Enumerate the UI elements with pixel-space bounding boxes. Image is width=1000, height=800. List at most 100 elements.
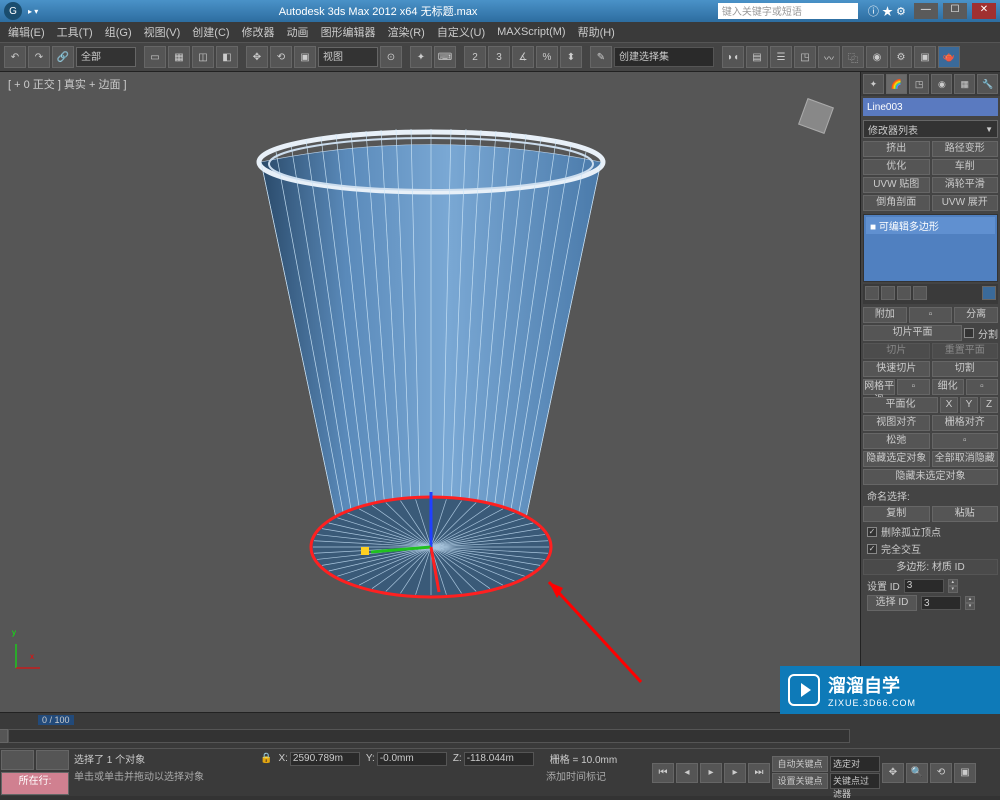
btn-attach[interactable]: 附加 — [863, 307, 907, 323]
script-mini-2[interactable] — [36, 750, 69, 770]
btn-attach-settings[interactable]: ▫ — [909, 307, 953, 323]
cb-fullinteract[interactable]: ✓ — [867, 544, 877, 554]
cb-deliso[interactable]: ✓ — [867, 527, 877, 537]
key-target-dropdown[interactable]: 选定对 — [830, 756, 880, 772]
remove-mod-icon[interactable] — [913, 286, 927, 300]
snap-3d-icon[interactable]: 3 — [488, 46, 510, 68]
btn-relax[interactable]: 松弛 — [863, 433, 930, 449]
curve-editor-icon[interactable]: 〰 — [818, 46, 840, 68]
tab-modify-icon[interactable]: 🌈 — [886, 74, 907, 94]
menu-create[interactable]: 创建(C) — [192, 24, 229, 40]
undo-icon[interactable]: ↶ — [4, 46, 26, 68]
btn-lathe[interactable]: 车削 — [932, 159, 999, 175]
spin-down-icon[interactable]: ▾ — [948, 586, 958, 593]
menu-group[interactable]: 组(G) — [105, 24, 132, 40]
btn-tessellate[interactable]: 细化 — [932, 379, 964, 395]
cb-split[interactable] — [964, 328, 974, 338]
modifier-list-dropdown[interactable]: 修改器列表 — [863, 120, 998, 138]
input-selectid[interactable] — [921, 596, 961, 610]
app-icon[interactable]: G — [4, 2, 22, 20]
btn-planar-x[interactable]: X — [940, 397, 958, 413]
coord-x-input[interactable] — [290, 752, 360, 766]
menu-maxscript[interactable]: MAXScript(M) — [497, 26, 565, 38]
named-selection-dropdown[interactable]: 创建选择集 — [614, 47, 714, 67]
btn-copy[interactable]: 复制 — [863, 506, 930, 522]
show-end-icon[interactable] — [881, 286, 895, 300]
btn-pathdeform[interactable]: 路径变形 — [932, 141, 999, 157]
rollout-poly-matid[interactable]: 多边形: 材质 ID — [863, 559, 998, 575]
select-region-icon[interactable]: ◫ — [192, 46, 214, 68]
help-search-input[interactable]: 键入关键字或短语 — [718, 3, 858, 19]
add-time-tag[interactable]: 添加时间标记 — [546, 768, 606, 783]
btn-quickslice[interactable]: 快速切片 — [863, 361, 930, 377]
info-icon[interactable]: ⓘ ★ ⚙ — [868, 3, 906, 19]
configure-icon[interactable] — [982, 286, 996, 300]
snap-2d-icon[interactable]: 2 — [464, 46, 486, 68]
move-icon[interactable]: ✥ — [246, 46, 268, 68]
btn-bevelprofile[interactable]: 倒角剖面 — [863, 195, 930, 211]
menu-animation[interactable]: 动画 — [287, 24, 309, 40]
pin-stack-icon[interactable] — [865, 286, 879, 300]
object-name-field[interactable]: Line003 — [863, 98, 998, 116]
btn-sliceplane[interactable]: 切片平面 — [863, 325, 962, 341]
btn-cut[interactable]: 切割 — [932, 361, 999, 377]
menu-tools[interactable]: 工具(T) — [57, 24, 93, 40]
btn-optimize[interactable]: 优化 — [863, 159, 930, 175]
coord-y-input[interactable] — [377, 752, 447, 766]
btn-hidesel[interactable]: 隐藏选定对象 — [863, 451, 930, 467]
btn-detach[interactable]: 分离 — [954, 307, 998, 323]
close-button[interactable]: ✕ — [972, 3, 996, 19]
menu-views[interactable]: 视图(V) — [144, 24, 181, 40]
btn-uvwmap[interactable]: UVW 贴图 — [863, 177, 930, 193]
menu-help[interactable]: 帮助(H) — [578, 24, 615, 40]
schematic-icon[interactable]: ⿻ — [842, 46, 864, 68]
align-icon[interactable]: ▤ — [746, 46, 768, 68]
link-icon[interactable]: 🔗 — [52, 46, 74, 68]
snap-angle-icon[interactable]: ∡ — [512, 46, 534, 68]
window-crossing-icon[interactable]: ◧ — [216, 46, 238, 68]
btn-hideunsel[interactable]: 隐藏未选定对象 — [863, 469, 998, 485]
redo-icon[interactable]: ↷ — [28, 46, 50, 68]
script-mini-1[interactable] — [1, 750, 34, 770]
btn-extrude[interactable]: 挤出 — [863, 141, 930, 157]
setkey-button[interactable]: 设置关键点 — [772, 773, 828, 789]
render-frame-icon[interactable]: ▣ — [914, 46, 936, 68]
menu-edit[interactable]: 编辑(E) — [8, 24, 45, 40]
mirror-icon[interactable]: ◗◖ — [722, 46, 744, 68]
btn-planar-z[interactable]: Z — [980, 397, 998, 413]
menu-grapheditors[interactable]: 图形编辑器 — [321, 24, 376, 40]
menu-modifiers[interactable]: 修改器 — [242, 24, 275, 40]
keymode-icon[interactable]: ⌨ — [434, 46, 456, 68]
graphite-icon[interactable]: ◳ — [794, 46, 816, 68]
btn-paste[interactable]: 粘贴 — [932, 506, 999, 522]
timeline-toggle-icon[interactable] — [0, 729, 8, 743]
btn-uvwunwrap[interactable]: UVW 展开 — [932, 195, 999, 211]
btn-selectid[interactable]: 选择 ID — [867, 595, 917, 611]
menu-rendering[interactable]: 渲染(R) — [388, 24, 425, 40]
btn-planar-y[interactable]: Y — [960, 397, 978, 413]
btn-gridalign[interactable]: 栅格对齐 — [932, 415, 999, 431]
select-icon[interactable]: ▭ — [144, 46, 166, 68]
input-setid[interactable] — [904, 579, 944, 593]
stack-item-editpoly[interactable]: ■ 可编辑多边形 — [866, 217, 995, 234]
timeline-track[interactable] — [8, 729, 850, 743]
maximize-button[interactable]: ☐ — [943, 3, 967, 19]
time-slider[interactable]: 0 / 100 — [0, 712, 1000, 748]
btn-unhideall[interactable]: 全部取消隐藏 — [932, 451, 999, 467]
manip-icon[interactable]: ✦ — [410, 46, 432, 68]
app-menu-arrow[interactable]: ▸ ▾ — [28, 7, 38, 16]
tab-utilities-icon[interactable]: 🔧 — [977, 74, 998, 94]
snap-percent-icon[interactable]: % — [536, 46, 558, 68]
menu-customize[interactable]: 自定义(U) — [437, 24, 485, 40]
selection-filter-dropdown[interactable]: 全部 — [76, 47, 136, 67]
make-unique-icon[interactable] — [897, 286, 911, 300]
layers-icon[interactable]: ☰ — [770, 46, 792, 68]
ref-coord-dropdown[interactable]: 视图 — [318, 47, 378, 67]
tab-create-icon[interactable]: ✦ — [863, 74, 884, 94]
lock-icon[interactable]: 🔒 — [260, 753, 272, 764]
render-setup-icon[interactable]: ⚙ — [890, 46, 912, 68]
btn-resetplane[interactable]: 重置平面 — [932, 343, 999, 359]
btn-makeplanar[interactable]: 平面化 — [863, 397, 938, 413]
rotate-icon[interactable]: ⟲ — [270, 46, 292, 68]
minimize-button[interactable]: — — [914, 3, 938, 19]
